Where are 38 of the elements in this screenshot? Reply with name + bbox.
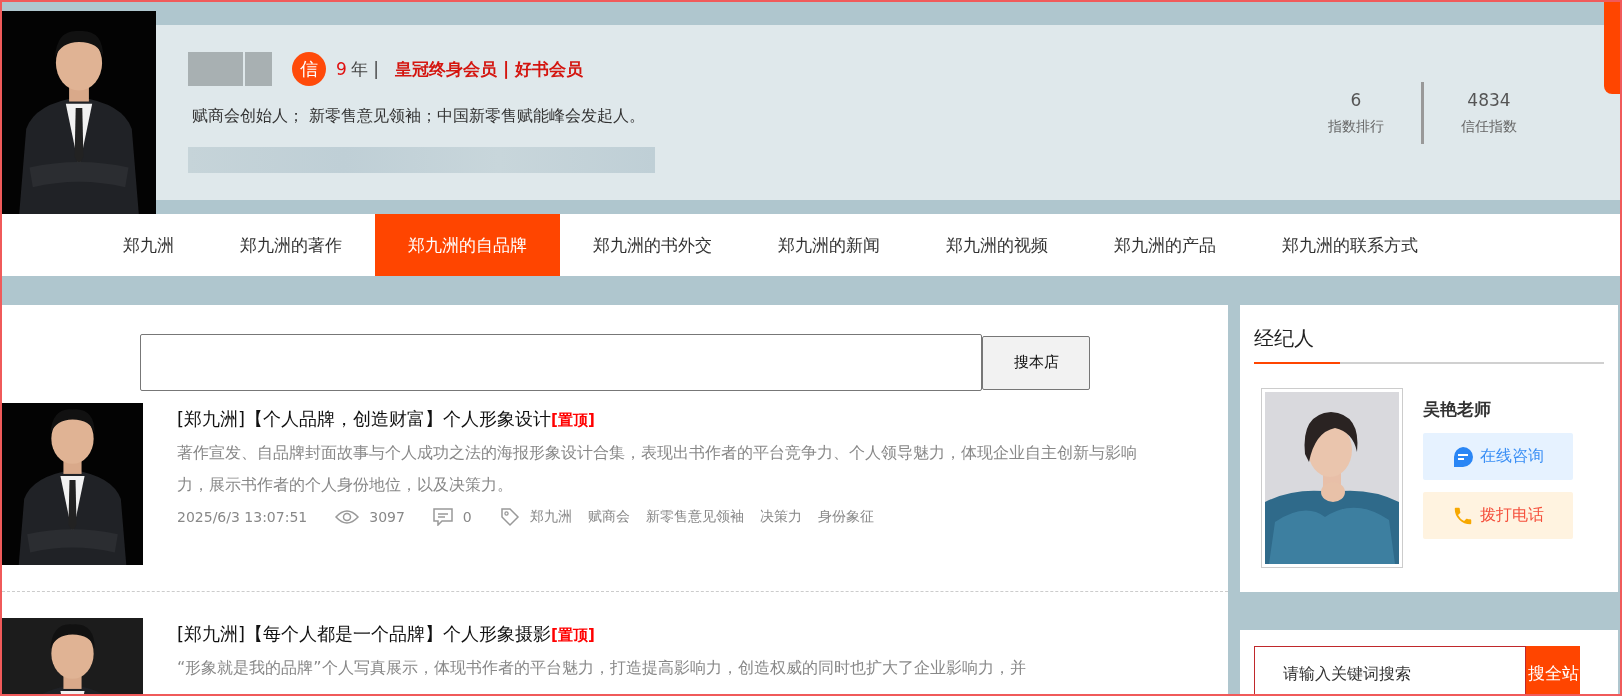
article-tag[interactable]: 决策力 xyxy=(759,508,802,526)
stat-label: 指数排行 xyxy=(1328,117,1384,136)
article-title[interactable]: [郑九洲]【每个人都是一个品牌】个人形象摄影[置顶] xyxy=(177,622,1168,646)
article-title[interactable]: [郑九洲]【个人品牌，创造财富】个人形象设计[置顶] xyxy=(177,407,1168,431)
tag-icon xyxy=(499,507,520,527)
comment-count: 0 xyxy=(462,509,472,525)
nav-tab[interactable]: 郑九洲的产品 xyxy=(1081,214,1249,276)
site-search-field[interactable]: 请输入关键词搜索 xyxy=(1254,646,1526,694)
nav-tab[interactable]: 郑九洲的书外交 xyxy=(560,214,745,276)
article-tag[interactable]: 赋商会 xyxy=(587,508,630,526)
nav-tab[interactable]: 郑九洲的新闻 xyxy=(745,214,913,276)
view-count: 3097 xyxy=(369,509,405,525)
membership-years: 9 年 | xyxy=(336,57,379,81)
nav-tab[interactable]: 郑九洲的著作 xyxy=(207,214,375,276)
membership-level: 皇冠终身会员 | 好书会员 xyxy=(394,57,583,81)
redacted-block xyxy=(245,52,272,86)
eye-icon xyxy=(335,509,360,525)
article-description: 著作宣发、自品牌封面故事与个人成功之法的海报形象设计合集，表现出书作者的平台竞争力、个人领导魅力，体现企业自主创新与影响力，展示书作者的个人身份地位，以及决策力。 xyxy=(177,442,1138,496)
article-description: “形象就是我的品牌”个人写真展示，体现书作者的平台魅力，打造提高影响力，创造权威的同时也扩大了企业影响力，并 xyxy=(177,657,1027,679)
article-date: 2025/6/3 13:07:51 xyxy=(177,509,308,525)
stat-value: 6 xyxy=(1350,89,1362,110)
article-tag[interactable]: 新零售意见领袖 xyxy=(645,508,744,526)
stat-value: 4834 xyxy=(1467,89,1511,110)
store-search-field[interactable] xyxy=(140,334,982,391)
store-search-button[interactable]: 搜本店 xyxy=(982,335,1090,390)
article-tag[interactable]: 郑九洲 xyxy=(529,508,572,526)
comment-icon xyxy=(432,508,453,526)
redacted-block xyxy=(188,52,243,86)
nav-tab[interactable]: 郑九洲 xyxy=(90,214,207,276)
chat-icon xyxy=(1452,445,1474,468)
stat-label: 信任指数 xyxy=(1461,117,1517,136)
section-heading: 经纪人 xyxy=(1254,325,1315,352)
profile-bio: 赋商会创始人； 新零售意见领袖；中国新零售赋能峰会发起人。 xyxy=(191,106,647,127)
article-tag[interactable]: 身份象征 xyxy=(817,508,874,526)
nav-tab[interactable]: 郑九洲的联系方式 xyxy=(1249,214,1451,276)
credit-badge: 信 xyxy=(292,52,326,86)
agent-name: 吴艳老师 xyxy=(1423,398,1492,421)
nav-tab[interactable]: 郑九洲的视频 xyxy=(913,214,1081,276)
